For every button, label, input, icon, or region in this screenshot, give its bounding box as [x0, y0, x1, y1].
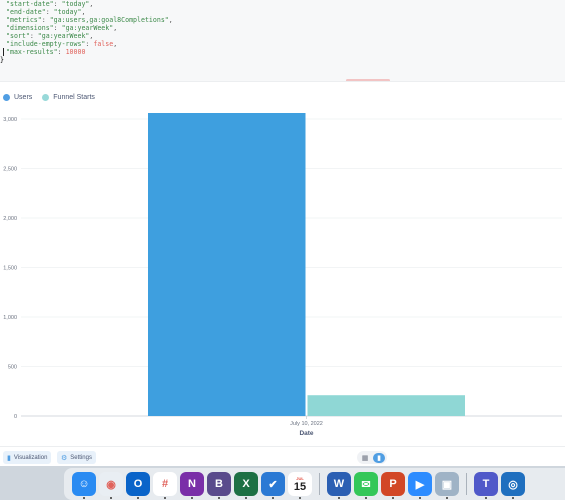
x-tick-label: July 10, 2022	[290, 421, 323, 427]
legend-dot-users	[3, 94, 10, 101]
finder-icon[interactable]: ☺	[72, 472, 96, 499]
excel-icon[interactable]: X	[234, 472, 258, 499]
code-line: "sort": "ga:yearWeek",	[6, 32, 93, 40]
code-key: "include-empty-rows"	[6, 40, 86, 48]
table-icon[interactable]: ▦	[359, 453, 371, 463]
code-value: "today"	[53, 8, 82, 16]
screen: "start-date": "today", "end-date": "today…	[0, 0, 565, 500]
code-value: "ga:users,ga:goal8Completions"	[49, 16, 169, 24]
legend-item-users[interactable]: Users	[3, 94, 32, 101]
query-editor[interactable]: "start-date": "today", "end-date": "today…	[0, 0, 565, 82]
bar-chart-icon[interactable]: ▮	[373, 452, 385, 463]
bar-chart-small-icon: ▮	[7, 454, 11, 462]
code-key: "metrics"	[6, 16, 42, 24]
code-line: "start-date": "today",	[6, 0, 93, 8]
code-separator: :	[29, 32, 38, 40]
bottom-toolbar: ▮ Visualization ⚙ Settings ▦ ▮	[0, 446, 565, 466]
code-value: "ga:yearWeek"	[61, 24, 114, 32]
text-caret	[3, 48, 4, 56]
chart-legend: Users Funnel Starts	[3, 94, 95, 101]
y-tick-label: 1,500	[3, 266, 17, 272]
code-line: "dimensions": "ga:yearWeek",	[6, 24, 117, 32]
code-key: "start-date"	[6, 0, 54, 8]
slack-icon[interactable]: #	[153, 472, 177, 499]
code-line: "max-results": 10000	[6, 48, 85, 56]
bar-users	[148, 113, 306, 416]
bbedit-icon[interactable]: B	[207, 472, 231, 499]
legend-label-users: Users	[14, 94, 33, 101]
y-tick-label: 1,000	[3, 315, 17, 321]
y-tick-label: 0	[14, 414, 17, 420]
zoom-icon[interactable]: ▶	[408, 472, 432, 499]
chart-canvas: 0 500 1,000 1,500 2,000 2,500 3,000 July 10, 20…	[3, 113, 562, 437]
code-separator: :	[53, 0, 62, 8]
onenote-icon[interactable]: N	[180, 472, 204, 499]
code-key: "end-date"	[6, 8, 46, 16]
y-tick-label: 500	[8, 365, 17, 371]
code-separator: :	[41, 16, 50, 24]
code-key: "max-results"	[6, 48, 58, 56]
legend-item-funnel-starts[interactable]: Funnel Starts	[42, 94, 95, 101]
things-icon[interactable]: ✔	[261, 472, 285, 499]
code-value: false	[93, 40, 114, 48]
code-value: "ga:yearWeek"	[37, 32, 90, 40]
outlook-icon[interactable]: O	[126, 472, 150, 499]
messages-icon[interactable]: ✉	[354, 472, 378, 499]
macos-dock: ☺ ◉ O # N B X ✔ JUL 15 W ✉ P ▶ ▣ T ◎	[64, 468, 565, 500]
bar-funnel-starts	[307, 395, 465, 416]
x-axis-title: Date	[299, 430, 313, 437]
bar-chart: 0 500 1,000 1,500 2,000 2,500 3,000 July 10, 20…	[0, 108, 565, 443]
code-punct: ,	[89, 32, 94, 40]
code-separator: :	[57, 48, 66, 56]
dock-separator	[319, 473, 320, 495]
code-separator: :	[45, 8, 54, 16]
settings-label: Settings	[70, 454, 92, 461]
code-closing-brace: }	[0, 56, 4, 64]
calendar-day: 15	[293, 480, 307, 493]
code-punct: ,	[113, 40, 118, 48]
visualization-label: Visualization	[13, 454, 48, 461]
legend-dot-funnel-starts	[42, 94, 50, 101]
code-value: "today"	[61, 0, 90, 8]
code-key: "sort"	[6, 32, 30, 40]
view-toggle[interactable]: ▦ ▮	[357, 451, 387, 464]
app-icon[interactable]: ◎	[501, 472, 525, 499]
y-tick-label: 2,000	[3, 216, 17, 222]
gear-icon: ⚙	[61, 454, 68, 462]
visualization-button[interactable]: ▮ Visualization	[3, 451, 52, 464]
code-punct: ,	[113, 24, 118, 32]
powerpoint-icon[interactable]: P	[381, 472, 405, 499]
macos-dock-area: ☺ ◉ O # N B X ✔ JUL 15 W ✉ P ▶ ▣ T ◎	[0, 466, 565, 500]
chrome-icon[interactable]: ◉	[99, 472, 123, 499]
settings-button[interactable]: ⚙ Settings	[57, 451, 96, 464]
code-value: 10000	[65, 48, 86, 56]
code-separator: :	[53, 24, 62, 32]
teams-icon[interactable]: T	[474, 472, 498, 499]
code-punct: ,	[81, 8, 86, 16]
legend-label-funnel-starts: Funnel Starts	[53, 94, 95, 101]
y-tick-label: 3,000	[3, 117, 17, 123]
calendar-icon[interactable]: JUL 15	[288, 472, 312, 499]
word-icon[interactable]: W	[327, 472, 351, 499]
code-line: "end-date": "today",	[6, 8, 85, 16]
code-punct: ,	[168, 16, 173, 24]
dock-separator	[466, 473, 467, 495]
code-line: "metrics": "ga:users,ga:goal8Completions…	[6, 16, 173, 24]
code-punct: ,	[89, 0, 94, 8]
code-key: "dimensions"	[6, 24, 54, 32]
preview-icon[interactable]: ▣	[435, 472, 459, 499]
y-tick-label: 2,500	[3, 167, 17, 173]
editor-resize-handle[interactable]	[346, 79, 390, 81]
code-line: "include-empty-rows": false,	[6, 40, 117, 48]
